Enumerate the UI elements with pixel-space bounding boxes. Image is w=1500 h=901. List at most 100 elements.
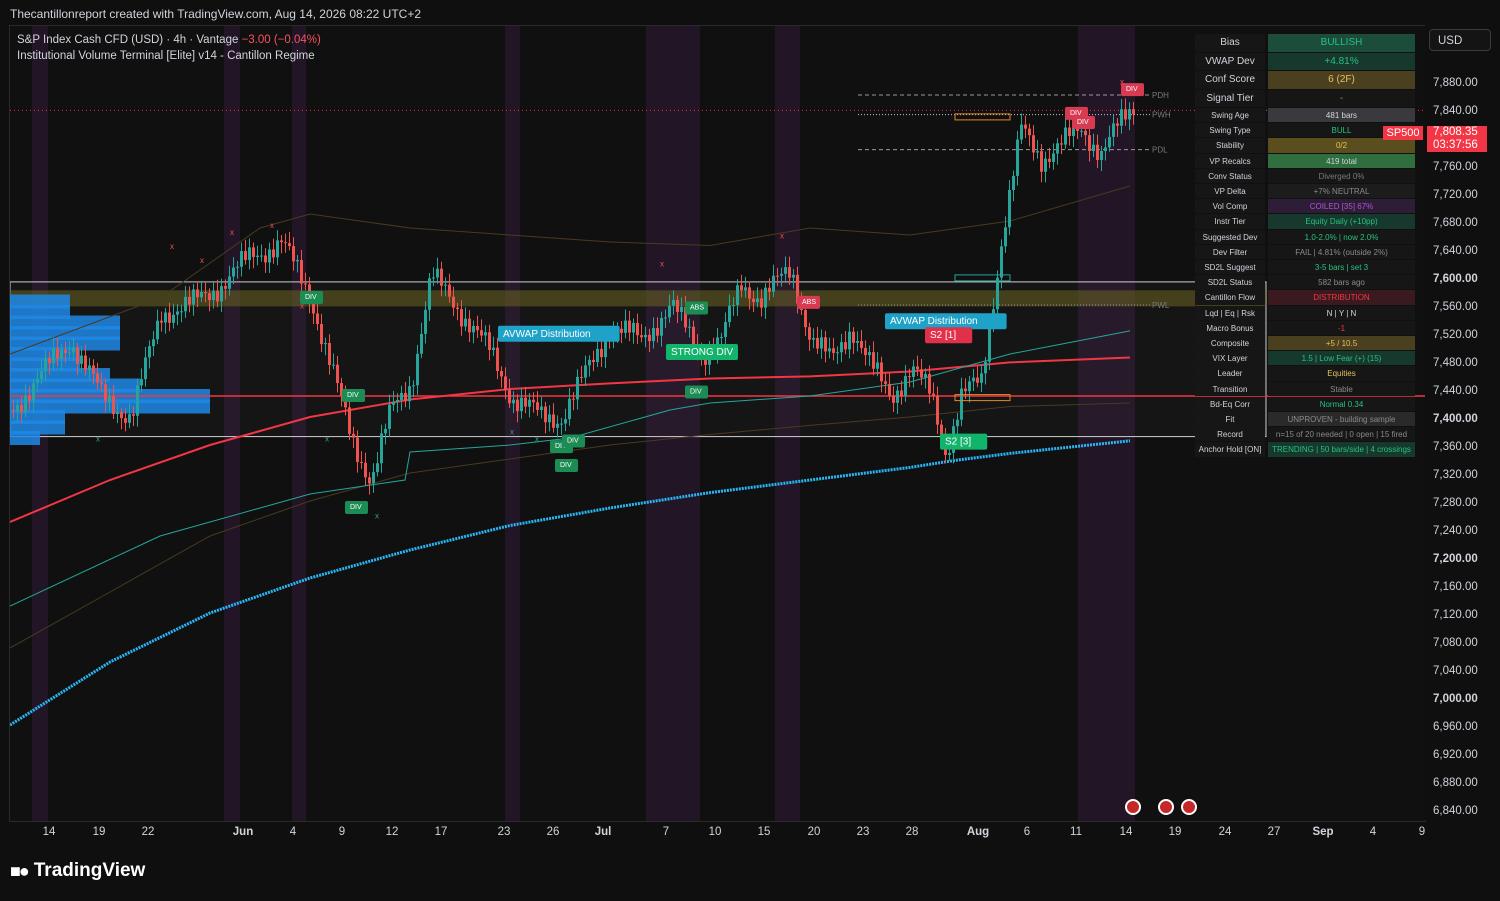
candle-body bbox=[176, 311, 179, 315]
candle-body bbox=[32, 383, 35, 401]
candle-body bbox=[532, 399, 535, 403]
candle-body bbox=[600, 348, 603, 358]
candle-body bbox=[172, 314, 175, 323]
stats-value: Equities bbox=[1268, 366, 1415, 381]
candle-body bbox=[24, 395, 27, 413]
stats-row: Cantillon Flow DISTRIBUTION bbox=[1195, 290, 1415, 305]
time-tick-label: 19 bbox=[92, 826, 106, 838]
candle-body bbox=[236, 266, 239, 268]
stats-row: Suggested Dev 1.0-2.0% | now 2.0% bbox=[1195, 229, 1415, 245]
sell-cross-marker: x bbox=[300, 302, 304, 311]
candle-body bbox=[664, 317, 667, 319]
candle-body bbox=[352, 433, 355, 438]
price-tick-label: 7,360.00 bbox=[1433, 441, 1478, 453]
candle-body bbox=[628, 320, 631, 333]
candle-body bbox=[764, 287, 767, 308]
candle-body bbox=[208, 293, 211, 301]
candle-body bbox=[376, 463, 379, 473]
price-tick-label: 7,520.00 bbox=[1433, 329, 1478, 341]
candle-body bbox=[112, 396, 115, 415]
candle-body bbox=[1096, 144, 1099, 160]
sell-cross-marker: x bbox=[270, 221, 274, 230]
stats-value: Diverged 0% bbox=[1268, 168, 1415, 183]
stats-key: SD2L Status bbox=[1195, 275, 1265, 290]
currency-button[interactable]: USD bbox=[1429, 29, 1491, 51]
candle-body bbox=[1104, 147, 1107, 152]
candle-body bbox=[752, 298, 755, 303]
buy-cross-marker: x bbox=[535, 435, 539, 444]
candle-body bbox=[512, 399, 515, 404]
candle-body bbox=[1108, 136, 1111, 148]
candle-body bbox=[912, 366, 915, 377]
candle-body bbox=[124, 418, 127, 423]
candle-body bbox=[1040, 151, 1043, 172]
stats-row: Leader Equities bbox=[1195, 366, 1415, 381]
candle-body bbox=[104, 384, 107, 402]
candle-body bbox=[364, 462, 367, 478]
candle-body bbox=[544, 406, 547, 423]
time-axis[interactable]: 14 19 22 Jun 4 9 12 17 23 26 Jul 7 10 15 20 23 28 Aug 6 11 1… bbox=[9, 821, 1426, 845]
candle-body bbox=[584, 365, 587, 378]
time-tick-label: 20 bbox=[807, 826, 821, 838]
candle-body bbox=[240, 251, 243, 267]
candle-body bbox=[528, 399, 531, 407]
candle-body bbox=[924, 373, 927, 378]
stats-key: Instr Tier bbox=[1195, 214, 1265, 229]
div-signal-label: DIV bbox=[1126, 86, 1138, 93]
price-tick-label: 7,720.00 bbox=[1433, 189, 1478, 201]
candle-body bbox=[220, 286, 223, 302]
candle-body bbox=[360, 461, 363, 463]
candle-body bbox=[968, 381, 971, 392]
candle-body bbox=[412, 385, 415, 387]
time-tick-label: 4 bbox=[289, 826, 297, 838]
candle-body bbox=[132, 414, 135, 416]
candle-body bbox=[432, 277, 435, 279]
candle-body bbox=[756, 298, 759, 303]
us-flag-event-icon[interactable] bbox=[1181, 799, 1197, 815]
candle-body bbox=[92, 365, 95, 374]
candle-body bbox=[548, 414, 551, 423]
div-signal-label: DIV bbox=[567, 438, 579, 445]
stats-value: 0/2 bbox=[1268, 138, 1415, 153]
candle-body bbox=[676, 299, 679, 312]
candle-body bbox=[536, 402, 539, 411]
candle-body bbox=[1080, 130, 1083, 132]
candle-body bbox=[56, 348, 59, 359]
stats-row: Signal Tier - bbox=[1195, 89, 1415, 109]
candle-body bbox=[720, 337, 723, 339]
candle-body bbox=[76, 347, 79, 364]
us-flag-event-icon[interactable] bbox=[1158, 799, 1174, 815]
candle-body bbox=[916, 366, 919, 370]
candle-body bbox=[1124, 109, 1127, 120]
candle-body bbox=[276, 240, 279, 258]
stats-key: Swing Age bbox=[1195, 108, 1265, 123]
price-tick-label: 7,840.00 bbox=[1433, 105, 1478, 117]
candle-body bbox=[824, 337, 827, 352]
candle-body bbox=[116, 412, 119, 415]
candle-body bbox=[888, 383, 891, 396]
time-tick-label: 19 bbox=[1168, 826, 1182, 838]
candle-body bbox=[896, 390, 899, 403]
indicator-name[interactable]: Institutional Volume Terminal [Elite] v1… bbox=[17, 48, 321, 64]
stats-row: Macro Bonus -1 bbox=[1195, 320, 1415, 336]
stats-row: Bias BULLISH bbox=[1195, 34, 1415, 53]
candle-body bbox=[452, 296, 455, 308]
candle-body bbox=[16, 404, 19, 412]
candle-body bbox=[268, 249, 271, 263]
time-tick-label: 7 bbox=[662, 826, 670, 838]
candle-body bbox=[772, 275, 775, 292]
symbol-line[interactable]: S&P Index Cash CFD (USD) · 4h · Vantage … bbox=[17, 32, 321, 48]
candle-body bbox=[920, 369, 923, 378]
candle-body bbox=[1100, 151, 1103, 160]
price-tick-label: 6,840.00 bbox=[1433, 805, 1478, 817]
us-flag-event-icon[interactable] bbox=[1125, 799, 1141, 815]
candle-body bbox=[288, 243, 291, 247]
candle-body bbox=[216, 290, 219, 302]
stats-key: VWAP Dev bbox=[1195, 52, 1265, 70]
candle-body bbox=[724, 322, 727, 338]
candle-body bbox=[644, 334, 647, 338]
candle-body bbox=[424, 309, 427, 334]
candle-body bbox=[884, 381, 887, 384]
stats-row: VWAP Dev +4.81% bbox=[1195, 52, 1415, 72]
stats-row: Composite +5 / 10.5 bbox=[1195, 336, 1415, 351]
